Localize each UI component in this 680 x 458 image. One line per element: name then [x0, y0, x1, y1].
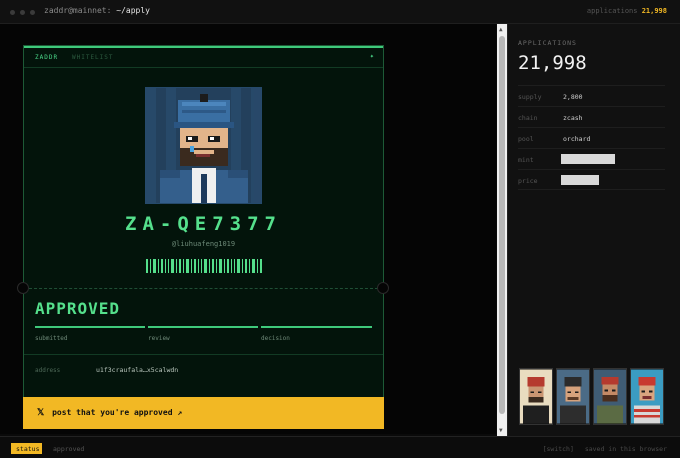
perforation-line [24, 288, 383, 289]
stat-row-chain: chain zcash [518, 106, 665, 127]
external-arrow-icon: ↗ [177, 408, 183, 417]
twitter-handle: @liuhuafeng1019 [171, 240, 236, 248]
step-label-submitted: submitted [35, 335, 68, 342]
step-label-decision: decision [261, 335, 290, 342]
saved-note: saved in this browser [584, 445, 667, 453]
step-progress-review [148, 326, 258, 328]
applications-counter: applications 21,998 [587, 7, 667, 15]
stat-row-supply: supply 2,800 [518, 85, 665, 106]
sample-avatar-4[interactable] [630, 368, 664, 425]
sample-avatar-1[interactable] [519, 368, 553, 425]
share-approval-button[interactable]: 𝕏 post that you're approved ↗ [23, 397, 384, 429]
stat-key: chain [518, 114, 538, 122]
pixel-avatar-image [146, 88, 261, 203]
share-approval-label: post that you're approved [52, 408, 173, 417]
switch-button[interactable]: [switch] [543, 445, 574, 453]
stat-value: zcash [563, 114, 583, 122]
terminal-path: zaddr@mainnet: ~/apply [44, 6, 150, 15]
stat-row-pool: pool orchard [518, 127, 665, 148]
approval-card: ZADDR WHITELIST ✦ ZA-QE7377 @liuhuafeng1… [23, 45, 384, 409]
stat-key: pool [518, 135, 534, 143]
address-label: address [35, 367, 61, 374]
step-progress-decision [261, 326, 372, 328]
window-titlebar: zaddr@mainnet: ~/apply applications 21,9… [0, 0, 680, 24]
status-tag: status [11, 443, 42, 454]
sparkle-icon: ✦ [369, 52, 374, 60]
stat-value: orchard [563, 135, 591, 143]
scrollbar-thumb[interactable] [499, 36, 505, 414]
step-label-review: review [148, 335, 170, 342]
barcode [146, 259, 262, 273]
redacted-value [561, 154, 615, 164]
stat-key: supply [518, 93, 542, 101]
scroll-down-arrow-icon[interactable]: ▼ [499, 427, 503, 434]
sidebar-application-count: 21,998 [518, 52, 587, 74]
avatar [145, 87, 262, 204]
application-id: ZA-QE7377 [125, 213, 282, 235]
sidebar-title: APPLICATIONS [518, 39, 577, 47]
status-bar: status approved [switch] saved in this b… [0, 436, 680, 458]
status-bar-right: [switch] saved in this browser [543, 445, 667, 453]
redacted-value [561, 175, 599, 185]
sample-avatar-3[interactable] [593, 368, 627, 425]
tab-zaddr[interactable]: ZADDR [35, 54, 58, 61]
window-close-dot[interactable] [10, 10, 15, 15]
sample-avatar-2[interactable] [556, 368, 590, 425]
step-progress-submitted [35, 326, 145, 328]
main-scrollbar[interactable]: ▲ ▼ [497, 24, 507, 436]
stat-key: price [518, 177, 538, 185]
card-divider [24, 354, 383, 355]
card-header: ZADDR WHITELIST ✦ [24, 48, 383, 68]
stats-list: supply 2,800 chain zcash pool orchard mi… [518, 85, 665, 190]
terminal-host: zaddr@mainnet [44, 6, 107, 15]
approval-status: APPROVED [35, 299, 121, 318]
applications-counter-label: applications [586, 7, 638, 15]
main-panel: ZADDR WHITELIST ✦ ZA-QE7377 @liuhuafeng1… [0, 24, 496, 434]
scroll-up-arrow-icon[interactable]: ▲ [499, 26, 503, 33]
applications-counter-value: 21,998 [641, 7, 667, 15]
stat-row-mint: mint [518, 148, 665, 169]
stat-value: 2,800 [563, 93, 583, 101]
stat-row-price: price [518, 169, 665, 190]
terminal-cwd: ~/apply [116, 6, 150, 15]
status-value: approved [53, 445, 85, 453]
ticket-notch-right [377, 282, 389, 294]
address-value[interactable]: u1f3craufala…x5calwdn [96, 366, 178, 374]
stat-key: mint [518, 156, 534, 164]
ticket-notch-left [17, 282, 29, 294]
window-maximize-dot[interactable] [30, 10, 35, 15]
tab-whitelist[interactable]: WHITELIST [72, 54, 114, 61]
x-logo-icon: 𝕏 [37, 408, 45, 418]
window-minimize-dot[interactable] [20, 10, 25, 15]
stats-sidebar: APPLICATIONS 21,998 supply 2,800 chain z… [507, 24, 680, 436]
